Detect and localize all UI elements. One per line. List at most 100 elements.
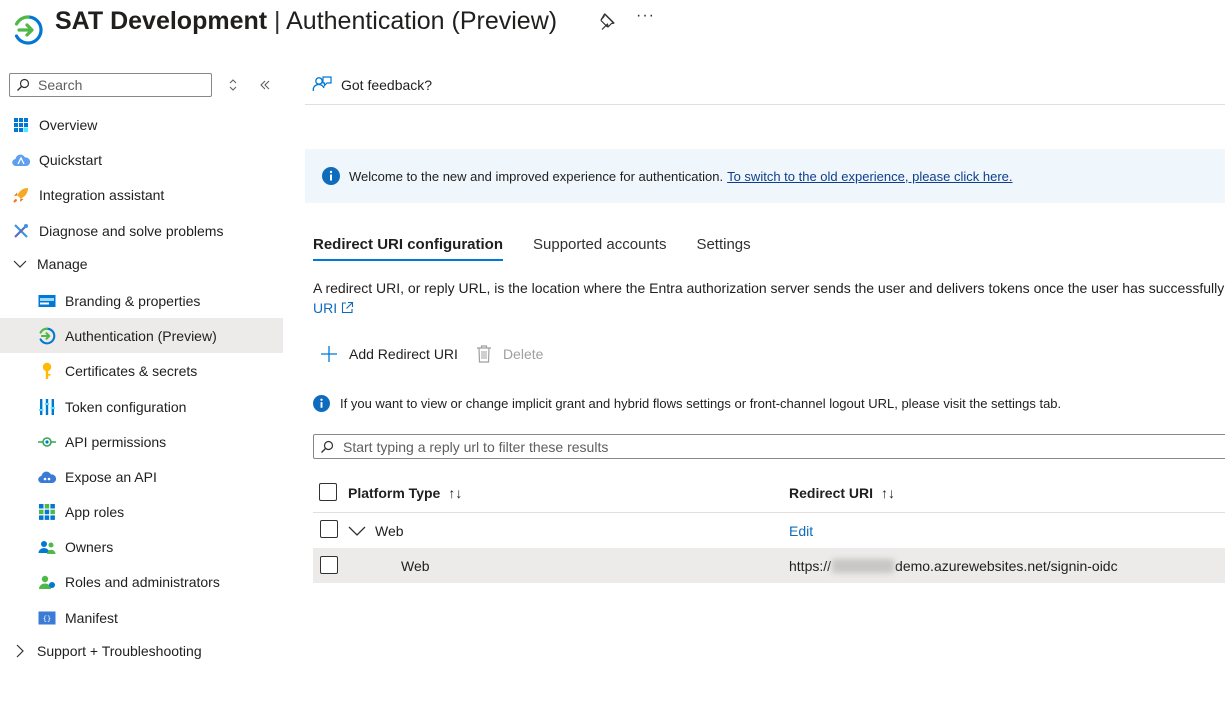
group-expander[interactable]: Web: [348, 513, 404, 548]
redirect-uri-toolbar: Add Redirect URI Delete: [320, 345, 561, 363]
branding-icon: [38, 292, 56, 310]
wrench-icon: [12, 222, 30, 240]
sidebar-group-manage[interactable]: Manage: [0, 246, 283, 281]
page-title: SAT Development | Authentication (Previe…: [55, 4, 557, 38]
rocket-icon: [12, 186, 30, 204]
info-banner: Welcome to the new and improved experien…: [305, 149, 1225, 203]
group-platform-label: Web: [375, 522, 404, 539]
delete-icon: [476, 345, 491, 363]
sidebar-item-quickstart[interactable]: Quickstart: [0, 142, 283, 177]
page-title-app: SAT Development: [55, 7, 268, 35]
delete-button[interactable]: Delete: [476, 345, 543, 363]
page-title-separator: |: [274, 7, 281, 35]
sidebar-item-label: API permissions: [65, 433, 167, 450]
expand-collapse-icon[interactable]: [226, 78, 240, 92]
tab-redirect-uri-configuration[interactable]: Redirect URI configuration: [313, 236, 504, 261]
add-redirect-uri-button[interactable]: Add Redirect URI: [320, 345, 458, 363]
sidebar-item-api-permissions[interactable]: API permissions: [0, 424, 283, 459]
sidebar-item-manifest[interactable]: {} Manifest: [0, 600, 283, 635]
row-checkbox[interactable]: [320, 520, 338, 538]
plus-icon: [321, 346, 337, 362]
overview-grid-icon: [12, 116, 30, 134]
search-icon: [17, 78, 30, 91]
description-text: A redirect URI, or reply URL, is the loc…: [313, 280, 1225, 296]
svg-text:{}: {}: [43, 615, 51, 623]
delete-label: Delete: [502, 346, 544, 362]
tab-strip: Redirect URI configuration Supported acc…: [313, 236, 781, 261]
uri-prefix: https://: [789, 557, 832, 574]
sidebar-search-input[interactable]: [36, 76, 210, 94]
learn-more-uri-label: URI: [313, 300, 338, 316]
redacted-hostname: [832, 558, 895, 573]
sidebar-item-certificates[interactable]: Certificates & secrets: [0, 353, 283, 388]
sidebar-item-label: Token configuration: [65, 398, 187, 415]
sidebar-item-diagnose[interactable]: Diagnose and solve problems: [0, 213, 283, 248]
settings-info-text: If you want to view or change implicit g…: [340, 396, 1062, 411]
roles-admin-icon: [38, 573, 56, 591]
sidebar-item-label: Owners: [65, 538, 114, 555]
uri-suffix: demo.azurewebsites.net/signin-oidc: [895, 557, 1118, 574]
column-header-redirect-uri[interactable]: Redirect URI ↑↓: [789, 474, 895, 512]
sidebar-item-label: Quickstart: [39, 151, 103, 168]
learn-more-uri-link[interactable]: URI: [313, 298, 1225, 318]
table-group-row: Web Edit: [313, 513, 1225, 548]
sidebar-group-support[interactable]: Support + Troubleshooting: [0, 633, 283, 668]
api-permissions-icon: [38, 433, 56, 451]
sort-icon[interactable]: ↑↓: [881, 485, 895, 501]
owners-icon: [38, 538, 56, 556]
sidebar-item-label: Integration assistant: [39, 186, 165, 203]
table-header: Platform Type ↑↓ Redirect URI ↑↓: [313, 474, 1225, 513]
app-logo-icon: [12, 14, 44, 46]
sidebar-item-branding[interactable]: Branding & properties: [0, 283, 283, 318]
reply-url-filter-input[interactable]: [341, 437, 1225, 456]
sidebar-item-roles-administrators[interactable]: Roles and administrators: [0, 564, 283, 599]
column-header-label: Platform Type: [348, 485, 441, 501]
sidebar-item-token-configuration[interactable]: Token configuration: [0, 389, 283, 424]
sidebar-item-label: Diagnose and solve problems: [39, 222, 224, 239]
more-options-button[interactable]: ···: [636, 7, 655, 25]
sidebar-item-overview[interactable]: Overview: [0, 107, 283, 142]
sidebar-item-integration-assistant[interactable]: Integration assistant: [0, 177, 283, 212]
row-platform: Web: [401, 557, 430, 574]
info-icon: [322, 167, 340, 185]
sidebar-item-label: Authentication (Preview): [65, 327, 217, 344]
switch-old-experience-link[interactable]: To switch to the old experience, please …: [727, 169, 1012, 184]
page-title-blade: Authentication (Preview): [286, 7, 558, 35]
sidebar-item-authentication[interactable]: Authentication (Preview): [0, 318, 283, 353]
feedback-icon: [312, 76, 332, 92]
token-bars-icon: [38, 398, 56, 416]
sidebar-item-expose-api[interactable]: Expose an API: [0, 459, 283, 494]
sidebar-item-label: Overview: [39, 116, 98, 133]
sidebar-item-label: Certificates & secrets: [65, 362, 198, 379]
external-link-icon: [341, 301, 354, 314]
manifest-icon: {}: [38, 609, 56, 627]
tab-supported-accounts[interactable]: Supported accounts: [533, 236, 666, 261]
column-header-platform-type[interactable]: Platform Type ↑↓: [348, 474, 462, 512]
table-row[interactable]: Web https:// demo.azurewebsites.net/signi…: [313, 548, 1225, 583]
row-checkbox[interactable]: [320, 556, 338, 574]
chevron-down-icon: [348, 526, 366, 536]
tab-settings[interactable]: Settings: [696, 236, 750, 261]
settings-info-message: If you want to view or change implicit g…: [313, 395, 1061, 412]
sidebar-item-owners[interactable]: Owners: [0, 529, 283, 564]
edit-web-platform-link[interactable]: Edit: [789, 513, 813, 548]
select-all-checkbox[interactable]: [319, 483, 337, 501]
sidebar-search-box[interactable]: [9, 73, 212, 97]
add-redirect-uri-label: Add Redirect URI: [349, 346, 458, 362]
reply-url-filter[interactable]: [313, 434, 1225, 459]
key-icon: [38, 362, 56, 380]
info-icon: [313, 395, 330, 412]
column-header-label: Redirect URI: [789, 485, 874, 501]
quickstart-cloud-icon: [12, 151, 30, 169]
sidebar-item-app-roles[interactable]: App roles: [0, 494, 283, 529]
sort-icon[interactable]: ↑↓: [448, 485, 462, 501]
feedback-label: Got feedback?: [341, 77, 433, 93]
banner-text: Welcome to the new and improved experien…: [349, 168, 724, 184]
toolbar-divider: [305, 104, 1225, 105]
row-redirect-uri: https:// demo.azurewebsites.net/signin-oi…: [789, 548, 1118, 583]
pin-icon[interactable]: [598, 12, 616, 30]
sidebar-item-label: Manage: [37, 255, 88, 272]
collapse-sidebar-icon[interactable]: [258, 78, 272, 92]
redirect-uri-description: A redirect URI, or reply URL, is the loc…: [313, 278, 1225, 318]
feedback-button[interactable]: Got feedback?: [312, 75, 432, 95]
